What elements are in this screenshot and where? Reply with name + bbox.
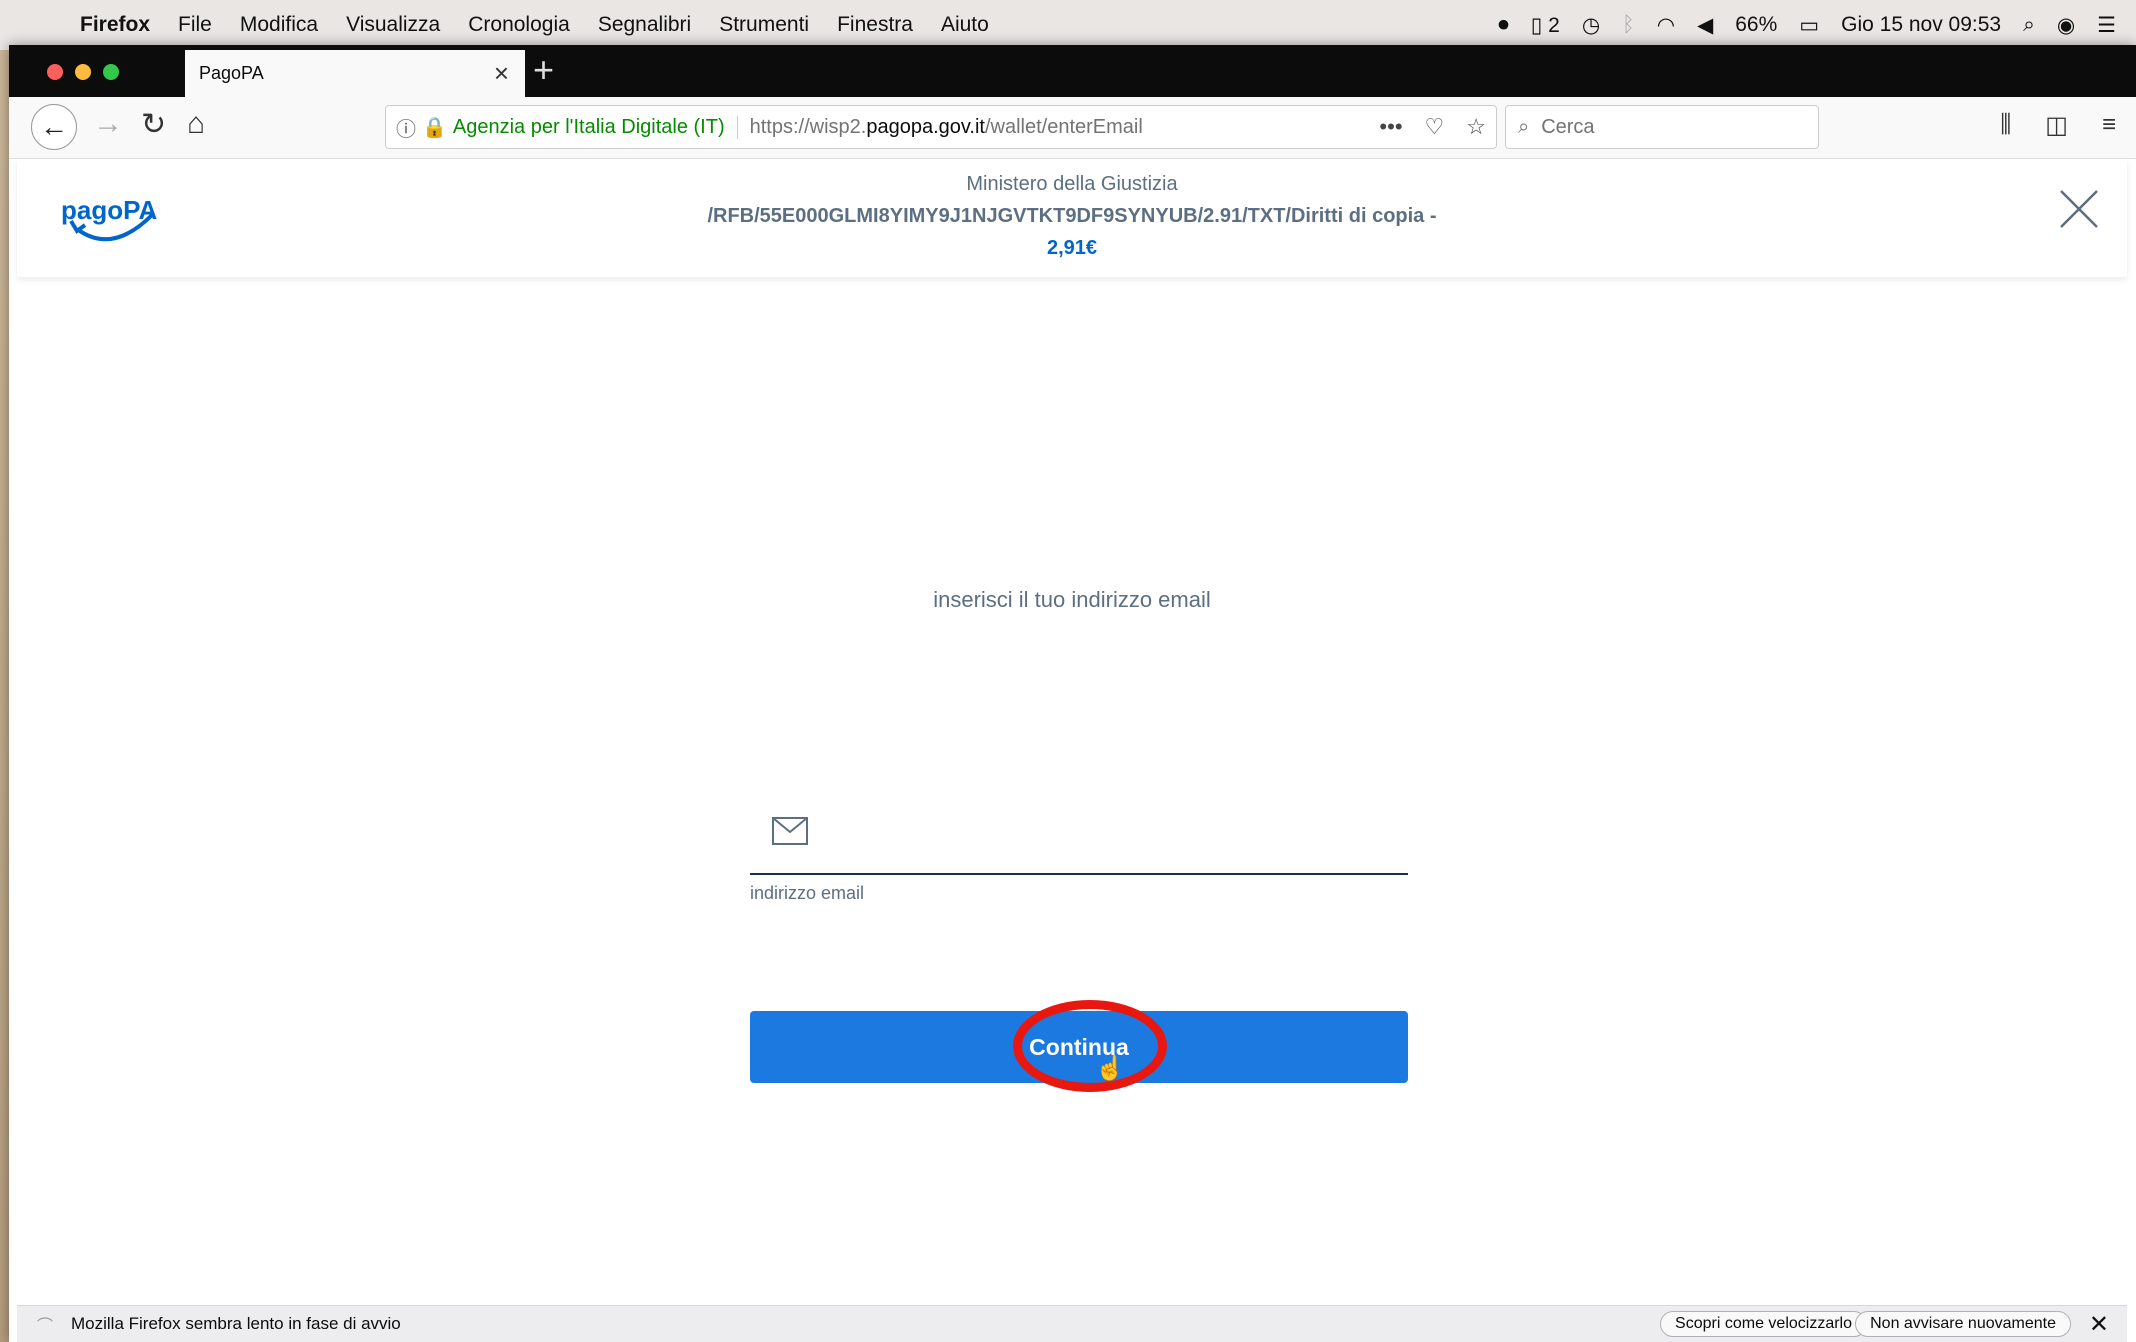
search-placeholder: Cerca <box>1541 115 1595 138</box>
close-icon[interactable] <box>2055 185 2103 233</box>
dont-notify-button[interactable]: Non avvisare nuovamente <box>1855 1311 2071 1337</box>
menu-file[interactable]: File <box>178 13 212 37</box>
menu-modifica[interactable]: Modifica <box>240 13 318 37</box>
battery-icon[interactable]: ▭ <box>1799 13 1819 38</box>
email-input[interactable] <box>830 807 1394 865</box>
email-field[interactable] <box>750 799 1408 875</box>
mail-icon <box>772 817 808 845</box>
page-actions-menu-icon[interactable]: ••• <box>1379 114 1402 140</box>
bookmark-star-icon[interactable]: ☆ <box>1466 114 1486 140</box>
hamburger-menu-icon[interactable]: ≡ <box>2102 111 2116 140</box>
slow-startup-notification: ⌒ Mozilla Firefox sembra lento in fase d… <box>17 1305 2127 1342</box>
pocket-icon[interactable]: ♡ <box>1425 114 1445 140</box>
record-icon[interactable]: ⏺ <box>1498 13 1509 37</box>
site-identity[interactable]: Agenzia per l'Italia Digitale (IT) <box>453 115 738 139</box>
notification-close-icon[interactable]: ✕ <box>2089 1310 2109 1339</box>
menu-cronologia[interactable]: Cronologia <box>468 13 570 37</box>
hand-cursor-icon: ☝ <box>1095 1055 1125 1082</box>
email-field-label: indirizzo email <box>750 883 865 903</box>
payment-amount: 2,91€ <box>1046 237 1098 259</box>
reload-button[interactable]: ↻ <box>141 107 166 142</box>
toolbar-right: ⫼ ◫ ≡ <box>2000 111 2116 140</box>
tab-close-icon[interactable]: × <box>494 58 509 89</box>
spotlight-icon[interactable]: ⌕ <box>2023 13 2035 37</box>
battery-percent: 66% <box>1735 13 1778 36</box>
web-page: pagoPA Ministero della Giustizia /RFB/55… <box>17 159 2127 1305</box>
tab-title: PagoPA <box>199 63 264 83</box>
badge-count: 2 <box>1548 13 1560 37</box>
menu-strumenti[interactable]: Strumenti <box>719 13 809 37</box>
time-machine-icon[interactable]: ◷ <box>1582 13 1600 38</box>
volume-icon[interactable]: ◀ <box>1697 13 1713 38</box>
info-icon[interactable]: ⓘ <box>396 113 416 142</box>
menu-segnalibri[interactable]: Segnalibri <box>598 13 691 37</box>
close-window-button[interactable] <box>47 64 63 80</box>
lock-icon[interactable]: 🔒 <box>422 115 447 140</box>
payment-description: /RFB/55E000GLMI8YIMY9J1NJGVTKT9DF9SYNYUB… <box>707 205 1437 227</box>
firefox-window: PagoPA × + ← → ↻ ⌂ ⓘ 🔒 Agenzia per l'Ita… <box>9 45 2136 1342</box>
library-icon[interactable]: ⫼ <box>2000 111 2011 140</box>
search-bar[interactable]: ⌕ Cerca <box>1505 105 1819 149</box>
home-button[interactable]: ⌂ <box>187 107 205 141</box>
menu-aiuto[interactable]: Aiuto <box>941 13 989 37</box>
payee-organization: Ministero della Giustizia <box>966 173 1178 195</box>
menu-finestra[interactable]: Finestra <box>837 13 913 37</box>
url-bar[interactable]: ⓘ 🔒 Agenzia per l'Italia Digitale (IT) h… <box>385 105 1497 149</box>
url-prefix: https://wisp2. <box>749 115 867 138</box>
turtle-icon: ⌒ <box>37 1318 54 1335</box>
minimize-window-button[interactable] <box>75 64 91 80</box>
tab-pagopa[interactable]: PagoPA × <box>185 50 525 97</box>
arrow-left-icon: ← <box>40 111 68 142</box>
email-prompt: inserisci il tuo indirizzo email <box>933 587 1211 612</box>
wifi-icon[interactable]: ◠ <box>1657 13 1675 38</box>
navigation-toolbar: ← → ↻ ⌂ ⓘ 🔒 Agenzia per l'Italia Digital… <box>9 97 2136 159</box>
page-header: pagoPA Ministero della Giustizia /RFB/55… <box>17 159 2127 277</box>
learn-speedup-button[interactable]: Scopri come velocizzarlo <box>1660 1311 1867 1337</box>
continue-button[interactable]: Continua <box>750 1011 1408 1083</box>
forward-button[interactable]: → <box>93 107 123 141</box>
clock[interactable]: Gio 15 nov 09:53 <box>1841 13 2001 37</box>
badge-icon[interactable]: ▯ 2 <box>1531 13 1560 38</box>
menu-visualizza[interactable]: Visualizza <box>346 13 440 37</box>
siri-icon[interactable]: ◉ <box>2057 13 2075 38</box>
search-icon: ⌕ <box>1518 115 1530 138</box>
url-domain: pagopa.gov.it <box>866 115 985 138</box>
url-path: /wallet/enterEmail <box>984 115 1143 138</box>
menu-firefox[interactable]: Firefox <box>80 13 150 37</box>
back-button[interactable]: ← <box>31 104 77 150</box>
zoom-window-button[interactable] <box>103 64 119 80</box>
menubar-status-area: ⏺ ▯ 2 ◷ ᛒ ◠ ◀ 66% ▭ Gio 15 nov 09:53 ⌕ ◉… <box>1498 0 2116 50</box>
new-tab-button[interactable]: + <box>533 49 554 91</box>
sidebar-icon[interactable]: ◫ <box>2045 111 2068 140</box>
url-text[interactable]: https://wisp2.pagopa.gov.it/wallet/enter… <box>750 116 1380 139</box>
page-actions: ••• ♡ ☆ <box>1379 114 1486 140</box>
macos-menubar: Firefox File Modifica Visualizza Cronolo… <box>0 0 2136 50</box>
window-controls <box>47 64 119 80</box>
tab-bar: PagoPA × + <box>9 45 2136 97</box>
notification-center-icon[interactable]: ☰ <box>2097 13 2116 38</box>
notification-message: Mozilla Firefox sembra lento in fase di … <box>71 1314 401 1333</box>
bluetooth-icon[interactable]: ᛒ <box>1622 13 1635 37</box>
